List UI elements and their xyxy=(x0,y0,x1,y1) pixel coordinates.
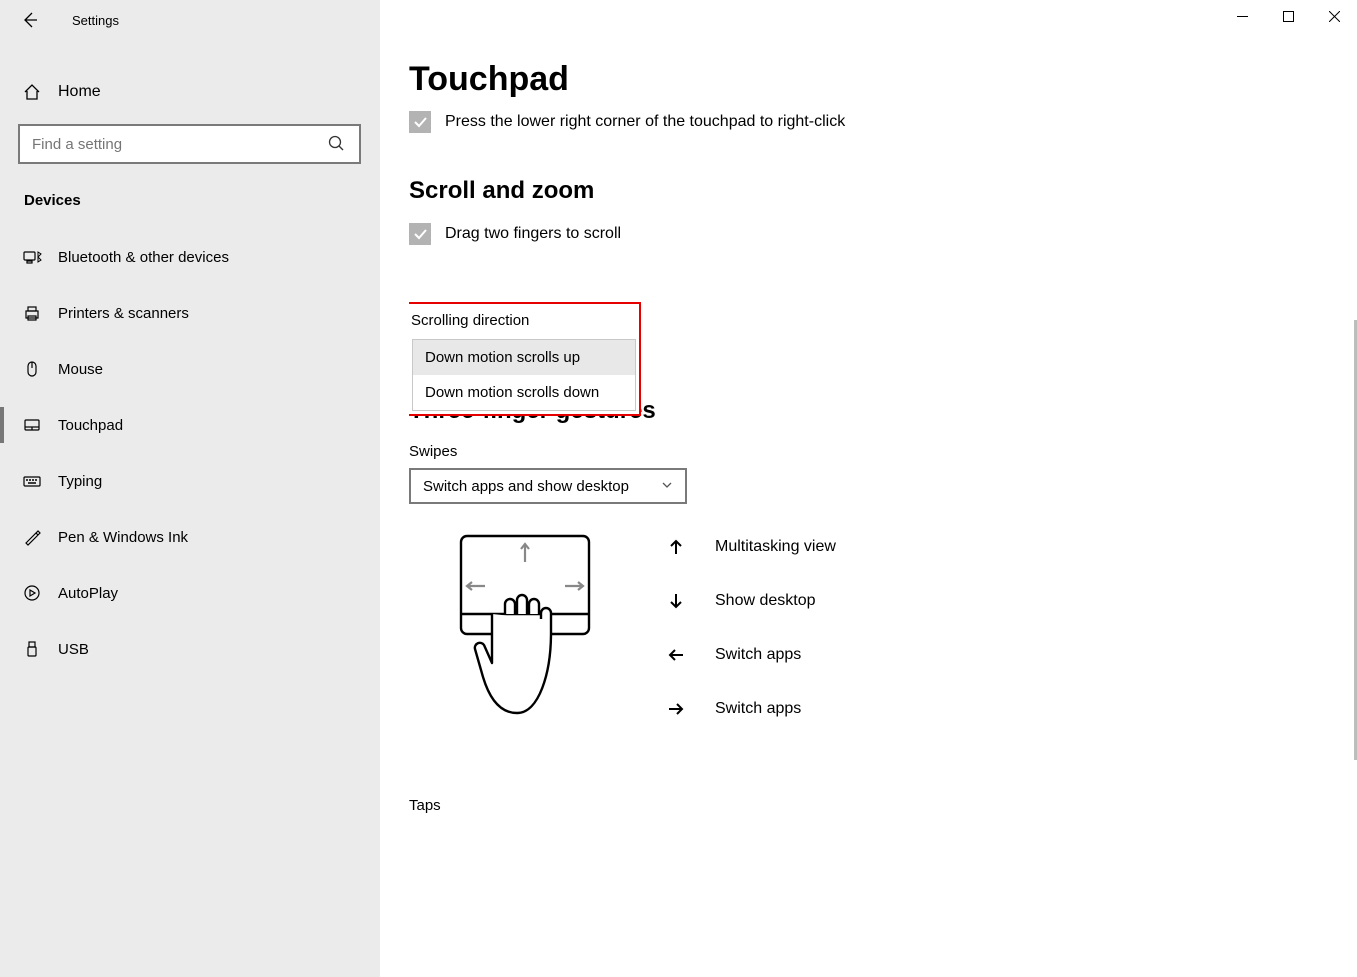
scrolling-direction-dropdown[interactable]: Scrolling direction Down motion scrolls … xyxy=(409,302,641,416)
usb-icon xyxy=(22,639,42,659)
arrow-right-icon xyxy=(665,700,687,718)
arrow-up-icon xyxy=(665,538,687,556)
arrow-left-icon xyxy=(665,646,687,664)
sidebar-item-typing[interactable]: Typing xyxy=(0,453,379,509)
sidebar-item-printers[interactable]: Printers & scanners xyxy=(0,285,379,341)
main-content: Touchpad Press the lower right corner of… xyxy=(409,60,1357,977)
close-button[interactable] xyxy=(1311,0,1357,32)
checkbox-label: Press the lower right corner of the touc… xyxy=(445,113,845,131)
gesture-label: Show desktop xyxy=(715,592,816,610)
scroll-dir-option-up[interactable]: Down motion scrolls up xyxy=(413,340,635,375)
checkbox-two-finger-scroll[interactable]: Drag two fingers to scroll xyxy=(409,223,1357,245)
gesture-down: Show desktop xyxy=(665,592,836,610)
checkbox-right-click[interactable]: Press the lower right corner of the touc… xyxy=(409,111,1357,133)
mouse-icon xyxy=(22,359,42,379)
maximize-button[interactable] xyxy=(1265,0,1311,32)
section-scroll-zoom: Scroll and zoom xyxy=(409,177,1357,205)
checkbox-label: Drag two fingers to scroll xyxy=(445,225,621,243)
checkbox-icon xyxy=(409,111,431,133)
window-controls xyxy=(1219,0,1357,32)
gesture-label: Switch apps xyxy=(715,646,801,664)
pen-icon xyxy=(22,527,42,547)
chevron-down-icon xyxy=(661,478,673,495)
arrow-down-icon xyxy=(665,592,687,610)
gesture-label: Multitasking view xyxy=(715,538,836,556)
gesture-label: Switch apps xyxy=(715,700,801,718)
gesture-right: Switch apps xyxy=(665,700,836,718)
sidebar: Settings Home Devices Bluetooth & other … xyxy=(0,0,380,977)
sidebar-item-autoplay[interactable]: AutoPlay xyxy=(0,565,379,621)
sidebar-item-label: Printers & scanners xyxy=(58,305,189,322)
gesture-diagram xyxy=(445,534,605,769)
sidebar-item-home[interactable]: Home xyxy=(0,64,379,120)
window-title: Settings xyxy=(72,13,119,28)
gesture-up: Multitasking view xyxy=(665,538,836,556)
touchpad-icon xyxy=(22,415,42,435)
checkbox-icon xyxy=(409,223,431,245)
scrolling-direction-label: Scrolling direction xyxy=(409,304,639,339)
swipes-label: Swipes xyxy=(409,443,1357,460)
sidebar-item-label: Pen & Windows Ink xyxy=(58,529,188,546)
sidebar-item-bluetooth[interactable]: Bluetooth & other devices xyxy=(0,229,379,285)
sidebar-item-label: Bluetooth & other devices xyxy=(58,249,229,266)
swipes-dropdown-value: Switch apps and show desktop xyxy=(423,478,629,495)
sidebar-item-label: Typing xyxy=(58,473,102,490)
sidebar-item-mouse[interactable]: Mouse xyxy=(0,341,379,397)
sidebar-item-label: Home xyxy=(58,83,101,101)
swipes-dropdown[interactable]: Switch apps and show desktop xyxy=(409,468,687,504)
autoplay-icon xyxy=(22,583,42,603)
search-input[interactable] xyxy=(32,136,327,153)
printer-icon xyxy=(22,303,42,323)
sidebar-item-label: AutoPlay xyxy=(58,585,118,602)
sidebar-item-label: Mouse xyxy=(58,361,103,378)
keyboard-icon xyxy=(22,471,42,491)
search-icon xyxy=(327,134,347,154)
scroll-dir-option-down[interactable]: Down motion scrolls down xyxy=(413,375,635,410)
sidebar-item-touchpad[interactable]: Touchpad xyxy=(0,397,379,453)
sidebar-section-header: Devices xyxy=(0,164,379,219)
sidebar-item-usb[interactable]: USB xyxy=(0,621,379,677)
page-title: Touchpad xyxy=(409,60,1357,99)
scrolling-direction-options: Down motion scrolls up Down motion scrol… xyxy=(412,339,636,411)
sidebar-item-label: Touchpad xyxy=(58,417,123,434)
taps-label: Taps xyxy=(409,797,1357,814)
home-icon xyxy=(22,82,42,102)
sidebar-item-label: USB xyxy=(58,641,89,658)
search-input-wrap[interactable] xyxy=(18,124,361,164)
back-icon[interactable] xyxy=(20,10,40,30)
sidebar-item-pen[interactable]: Pen & Windows Ink xyxy=(0,509,379,565)
bluetooth-icon xyxy=(22,247,42,267)
gesture-left: Switch apps xyxy=(665,646,836,664)
minimize-button[interactable] xyxy=(1219,0,1265,32)
